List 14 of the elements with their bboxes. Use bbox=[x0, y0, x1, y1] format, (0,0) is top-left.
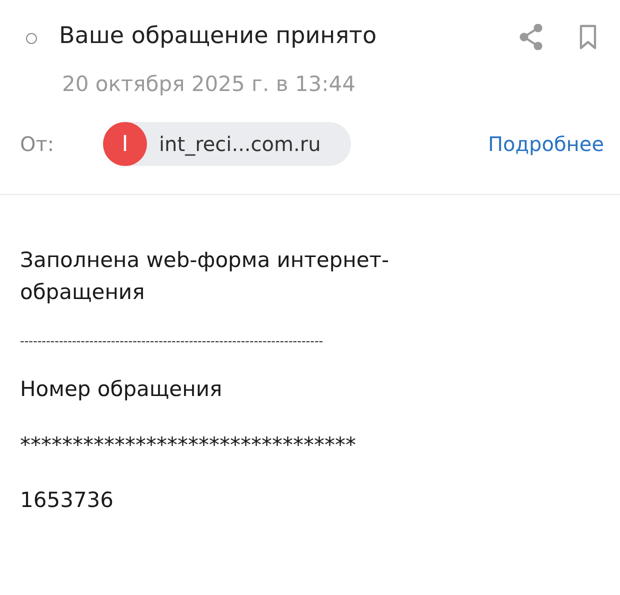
sender-chip[interactable]: I int_reci...com.ru bbox=[103, 122, 351, 166]
message-text: ******************************** bbox=[20, 432, 357, 458]
message-text: Заполнена web-форма интернет-обращения bbox=[20, 247, 390, 306]
message-text: ---------------------------------------------------------------------- bbox=[20, 333, 324, 350]
share-icon[interactable] bbox=[518, 24, 544, 50]
message-text: Номер обращения bbox=[20, 376, 224, 403]
details-link[interactable]: Подробнее bbox=[488, 132, 604, 156]
bookmark-icon[interactable] bbox=[578, 24, 598, 50]
sender-address: int_reci...com.ru bbox=[159, 132, 321, 156]
sender-avatar: I bbox=[103, 122, 147, 166]
from-label: От: bbox=[20, 132, 56, 156]
message-subject: Ваше обращение принято bbox=[59, 23, 378, 49]
message-text: 1653736 bbox=[20, 487, 115, 514]
message-date: 20 октября 2025 г. в 13:44 bbox=[62, 72, 356, 96]
